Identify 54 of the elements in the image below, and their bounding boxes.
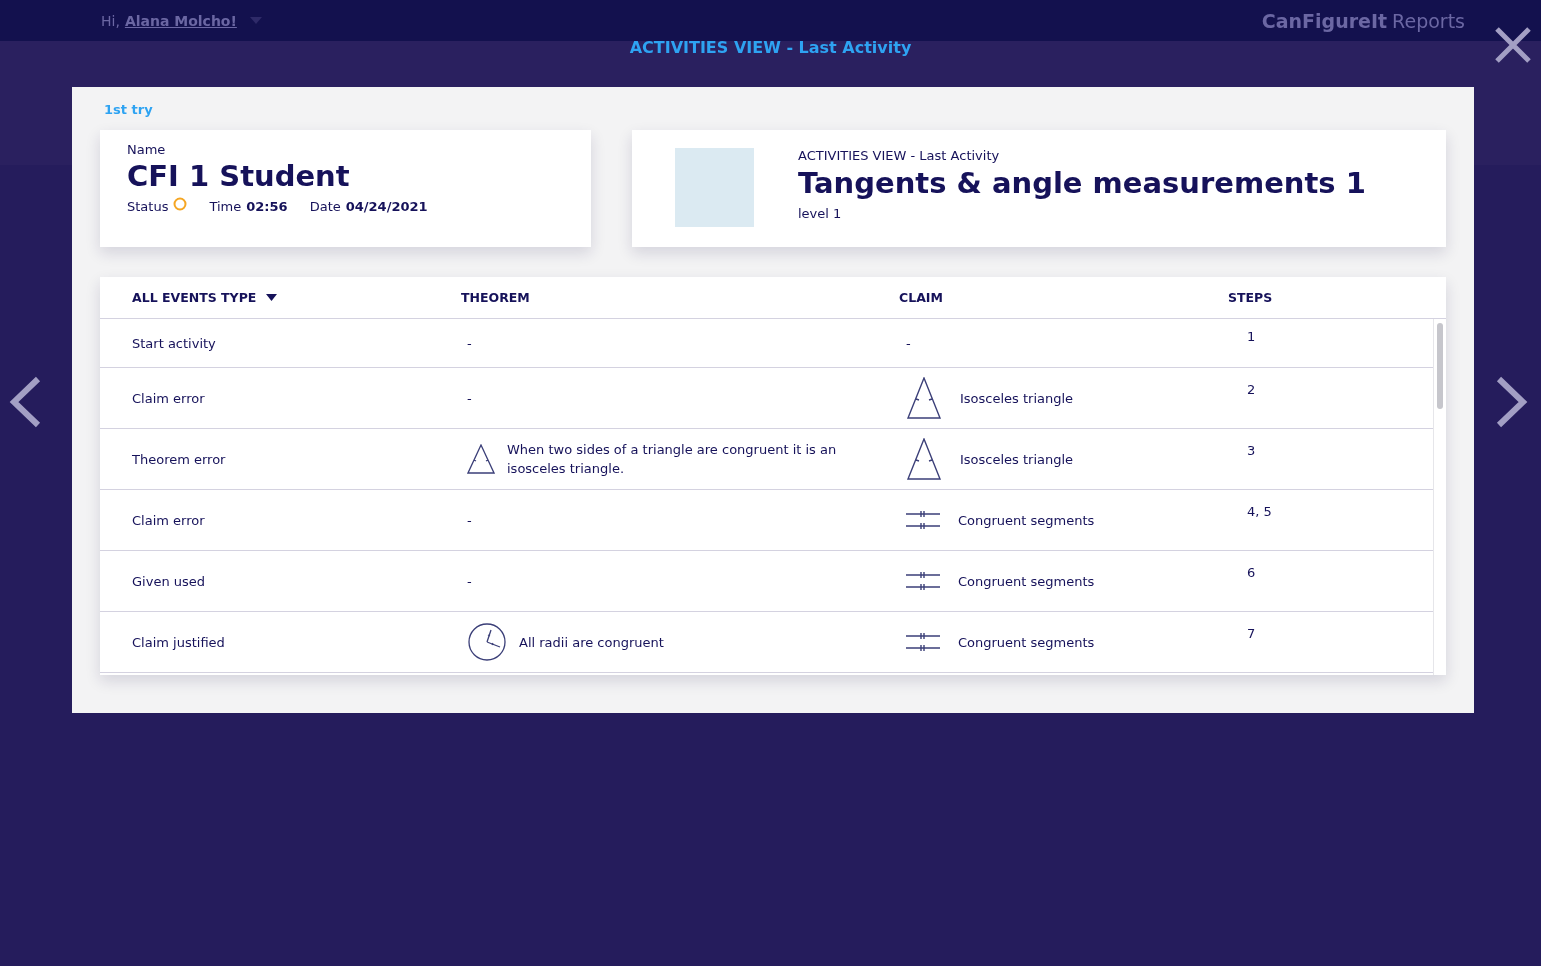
activity-level: level 1	[798, 206, 843, 221]
date-label: Date	[309, 199, 341, 214]
event-cell: Theorem error	[132, 451, 226, 467]
scrollbar-thumb[interactable]	[1437, 323, 1443, 409]
claim-cell: -	[906, 335, 911, 351]
triangle-icon	[906, 438, 942, 480]
name-label: Name	[127, 142, 167, 157]
attempt-label: 1st try	[104, 102, 153, 117]
theorem-cell-text: All radii are congruent	[519, 633, 664, 652]
claim-cell: Isosceles triangle	[960, 451, 1074, 467]
theorem-cell-text: -	[467, 511, 472, 530]
greeting-text: Hi,	[101, 12, 120, 29]
steps-cell: 7	[1247, 626, 1256, 641]
close-icon[interactable]	[1494, 26, 1532, 64]
theorem-cell-text: -	[467, 389, 472, 408]
congruent-segments-icon	[906, 570, 940, 592]
steps-cell: 3	[1247, 443, 1256, 458]
theorem-cell-text: -	[467, 572, 472, 591]
time-value: 02:56	[246, 199, 288, 214]
claim-cell: Isosceles triangle	[960, 390, 1074, 406]
column-header: STEPS	[1228, 290, 1274, 305]
brand-logo: CanFigureIt Reports	[1261, 9, 1465, 32]
triangle-icon	[906, 377, 942, 419]
theorem-cell-text: -	[467, 334, 472, 353]
status-ring-icon	[173, 196, 188, 211]
claim-cell: Congruent segments	[958, 512, 1095, 528]
column-header: CLAIM	[899, 290, 944, 305]
column-header: THEOREM	[461, 290, 531, 305]
event-type-filter[interactable]: ALL EVENTS TYPE	[132, 290, 461, 305]
event-cell: Claim justified	[132, 634, 225, 650]
student-name: CFI 1 Student	[127, 159, 351, 193]
claim-cell: Congruent segments	[958, 634, 1095, 650]
activity-title: Tangents & angle measurements 1	[798, 166, 1366, 200]
scrollbar[interactable]	[1433, 319, 1446, 675]
congruent-segments-icon	[906, 631, 940, 653]
triangle-icon	[467, 444, 495, 474]
status-label: Status	[127, 199, 169, 214]
steps-cell: 2	[1247, 382, 1256, 397]
claim-cell: Congruent segments	[958, 573, 1095, 589]
activity-overline: ACTIVITIES VIEW - Last Activity	[798, 148, 1001, 163]
caret-icon[interactable]	[266, 294, 278, 301]
theorem-cell-text: When two sides of a triangle are congruent it is an isosceles triangle.	[507, 441, 838, 478]
event-cell: Claim error	[132, 512, 205, 528]
event-cell: Given used	[132, 573, 205, 589]
event-cell: Start activity	[132, 335, 216, 351]
event-cell: Claim error	[132, 390, 205, 406]
steps-cell: 1	[1247, 329, 1256, 344]
steps-cell: 4, 5	[1247, 504, 1272, 519]
modal-title: ACTIVITIES VIEW - Last Activity	[629, 38, 912, 57]
circle-radii-icon	[467, 622, 507, 662]
congruent-segments-icon	[906, 509, 940, 531]
date-value: 04/24/2021	[345, 199, 428, 214]
time-label: Time	[209, 199, 242, 214]
steps-cell: 6	[1247, 565, 1256, 580]
